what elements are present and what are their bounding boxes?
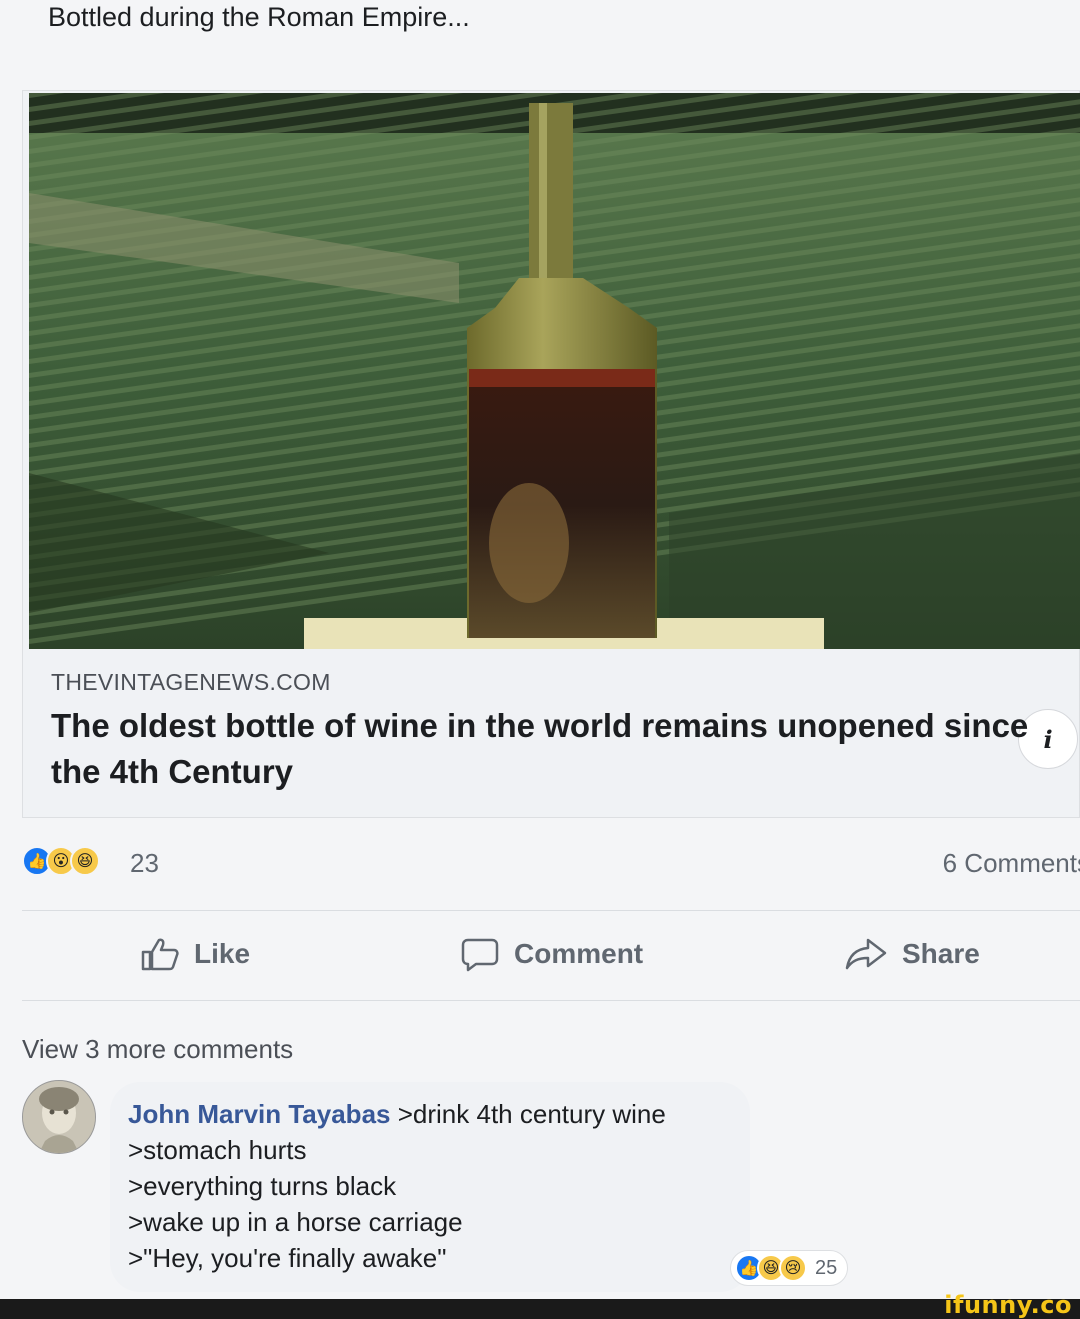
- footer-bar: [0, 1299, 1080, 1319]
- share-arrow-icon: [845, 938, 887, 970]
- share-label: Share: [902, 938, 980, 969]
- comment-bubble-icon: [461, 938, 499, 972]
- avatar[interactable]: [22, 1080, 96, 1154]
- comment-label: Comment: [514, 938, 644, 969]
- sad-reaction-icon: 😢: [779, 1254, 807, 1282]
- haha-reaction-icon: 😆: [70, 846, 100, 876]
- reaction-count[interactable]: 23: [130, 848, 159, 879]
- link-domain: THEVINTAGENEWS.COM: [51, 669, 331, 695]
- post-text: Bottled during the Roman Empire...: [48, 2, 470, 32]
- comment-reaction-count: 25: [815, 1256, 838, 1279]
- share-button[interactable]: Share: [844, 936, 980, 972]
- link-title[interactable]: The oldest bottle of wine in the world r…: [51, 703, 1031, 795]
- comment-reactions[interactable]: 👍 😆 😢 25: [730, 1250, 849, 1286]
- post-actions: Like Comment Share: [0, 920, 1080, 990]
- comment-count[interactable]: 6 Comments: [943, 848, 1080, 879]
- thumbs-up-icon: [141, 938, 179, 971]
- like-label: Like: [194, 938, 251, 969]
- comment-bubble: John Marvin Tayabas >drink 4th century w…: [110, 1082, 750, 1292]
- ifunny-watermark: ifunny.co: [944, 1291, 1072, 1319]
- like-button[interactable]: Like: [140, 936, 250, 972]
- reactions-summary[interactable]: 👍 😮 😆 23 6 Comments: [22, 840, 1080, 890]
- link-preview-image[interactable]: [29, 93, 1080, 649]
- comment-author[interactable]: John Marvin Tayabas: [128, 1099, 391, 1129]
- view-more-comments-link[interactable]: View 3 more comments: [22, 1034, 293, 1065]
- divider: [22, 1000, 1080, 1001]
- link-preview-card[interactable]: i THEVINTAGENEWS.COM The oldest bottle o…: [22, 90, 1080, 818]
- comment-body: John Marvin Tayabas >drink 4th century w…: [128, 1096, 732, 1276]
- comment-button[interactable]: Comment: [460, 936, 643, 972]
- divider: [22, 910, 1080, 911]
- reaction-icons: 👍 😮 😆: [22, 846, 100, 876]
- wine-bottle-photo: [29, 93, 1080, 649]
- statue-avatar-image: [23, 1081, 95, 1153]
